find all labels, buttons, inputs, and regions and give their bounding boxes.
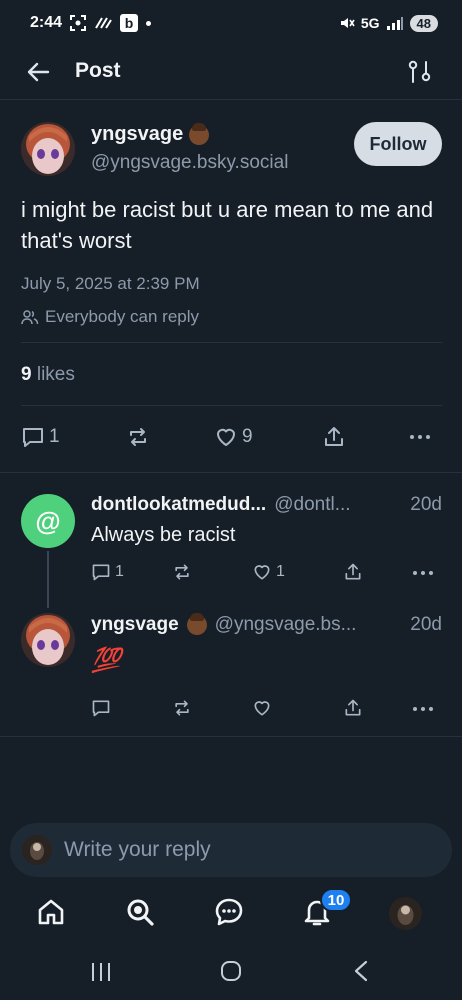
page-title: Post — [75, 59, 121, 82]
home-icon[interactable] — [35, 896, 67, 928]
status-time: 2:44 — [30, 14, 63, 31]
reply-author-name[interactable]: yngsvage — [91, 614, 179, 636]
reply-author-name[interactable]: dontlookatmedud... — [91, 494, 266, 516]
people-icon — [21, 310, 39, 325]
like-button[interactable]: 9 — [214, 425, 253, 449]
profile-avatar[interactable] — [389, 897, 422, 930]
signal-lines-icon — [95, 17, 112, 29]
face-emoji-icon — [189, 122, 210, 145]
likes-label: likes — [36, 364, 75, 385]
reply-icon — [92, 564, 110, 581]
post-text: i might be racist but u are mean to me a… — [21, 197, 434, 253]
repost-button[interactable] — [126, 425, 150, 449]
post-header: Post — [0, 46, 462, 100]
reply-avatar[interactable] — [21, 613, 75, 667]
divider — [0, 736, 462, 737]
heart-icon — [254, 701, 270, 716]
divider — [21, 342, 442, 343]
author-handle[interactable]: @yngsvage.bsky.social — [91, 152, 288, 174]
search-icon[interactable] — [124, 896, 156, 928]
reply-header: dontlookatmedud... @dontl... 20d — [91, 494, 442, 516]
like-count: 9 — [242, 426, 253, 447]
repost-button[interactable] — [172, 562, 192, 582]
screenshot-icon — [70, 15, 87, 31]
reply-author-handle[interactable]: @yngsvage.bs... — [215, 614, 357, 636]
system-nav-bar — [0, 944, 462, 1000]
repost-button[interactable] — [172, 698, 192, 718]
heart-icon — [254, 565, 270, 580]
mute-icon — [340, 18, 355, 28]
reply-permission-text: Everybody can reply — [45, 307, 200, 326]
reply-time: 20d — [410, 494, 442, 515]
repost-icon — [175, 700, 189, 716]
system-back-icon[interactable] — [352, 960, 370, 982]
author-name[interactable]: yngsvage — [91, 122, 210, 146]
post-date: July 5, 2025 at 2:39 PM — [21, 274, 200, 293]
share-icon — [325, 427, 343, 446]
reply-button[interactable]: 1 — [91, 562, 124, 582]
reply-count: 1 — [115, 563, 124, 580]
share-icon — [345, 699, 361, 716]
thread-line — [47, 551, 49, 608]
author-avatar[interactable] — [21, 122, 75, 176]
more-icon[interactable] — [410, 435, 430, 439]
reply-header: yngsvage @yngsvage.bs... 20d — [91, 613, 442, 636]
share-button[interactable] — [343, 562, 363, 582]
more-icon[interactable] — [413, 707, 433, 711]
reply-avatar[interactable]: @ — [21, 494, 75, 548]
home-button-icon[interactable] — [220, 960, 242, 982]
author-name-text[interactable]: yngsvage — [91, 123, 183, 146]
my-avatar — [22, 835, 52, 865]
divider — [21, 405, 442, 406]
share-button[interactable] — [322, 425, 346, 449]
bluesky-b-icon: b — [120, 14, 139, 32]
likes-count: 9 — [21, 364, 32, 385]
repost-icon — [130, 428, 146, 446]
reply-icon — [23, 428, 43, 447]
like-button[interactable] — [252, 698, 272, 718]
repost-icon — [175, 564, 189, 580]
reply-button[interactable]: 1 — [21, 425, 60, 449]
reply-button[interactable] — [91, 698, 111, 718]
likes-summary[interactable]: 9 likes — [21, 364, 75, 386]
like-button[interactable]: 1 — [252, 562, 285, 582]
reply-count: 1 — [49, 426, 60, 447]
reply-text: Always be racist — [91, 524, 236, 546]
divider — [0, 472, 462, 473]
filter-icon[interactable] — [407, 58, 433, 86]
status-bar: 2:44 b 5G 48 — [0, 0, 462, 46]
more-icon[interactable] — [413, 571, 433, 575]
signal-icon — [386, 17, 403, 30]
network-label: 5G — [360, 15, 380, 31]
heart-icon — [217, 428, 235, 446]
reply-placeholder[interactable]: Write your reply — [64, 838, 211, 862]
notification-dot-icon — [146, 20, 152, 26]
face-emoji-icon — [186, 613, 207, 635]
chat-icon[interactable] — [213, 896, 245, 928]
reply-icon — [92, 700, 110, 717]
like-count: 1 — [276, 563, 285, 580]
follow-button[interactable]: Follow — [354, 122, 442, 166]
share-icon — [345, 563, 361, 580]
reply-time: 20d — [410, 614, 442, 635]
reply-permission: Everybody can reply — [21, 307, 199, 327]
notifications-badge: 10 — [320, 888, 352, 912]
recent-apps-icon[interactable] — [90, 962, 112, 982]
reply-composer[interactable]: Write your reply — [10, 823, 452, 877]
reply-author-handle[interactable]: @dontl... — [274, 494, 350, 516]
share-button[interactable] — [343, 698, 363, 718]
back-arrow-icon[interactable] — [24, 58, 52, 86]
reply-text: 💯 — [91, 647, 121, 674]
battery-indicator: 48 — [409, 14, 438, 32]
